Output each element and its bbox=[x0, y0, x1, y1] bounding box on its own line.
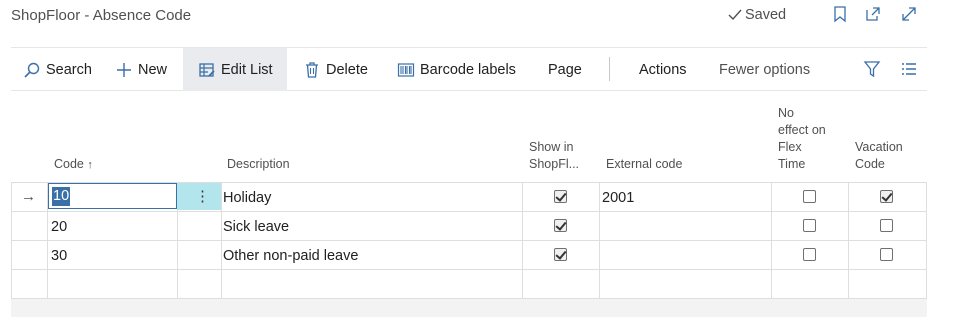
description-cell[interactable]: Sick leave bbox=[223, 219, 289, 235]
vacation-code-checkbox[interactable] bbox=[880, 219, 893, 232]
code-input[interactable]: 10 bbox=[48, 183, 177, 209]
grid-line bbox=[11, 211, 927, 212]
no-effect-flex-time-checkbox[interactable] bbox=[803, 219, 816, 232]
plus-icon bbox=[117, 62, 131, 77]
show-in-shopfloor-checkbox[interactable] bbox=[554, 248, 567, 261]
action-bar: Search New Edit List Delete Barcode labe… bbox=[11, 47, 927, 91]
column-header-external-code[interactable]: External code bbox=[606, 156, 682, 173]
column-header-show-in-shopfloor[interactable]: Show in ShopFl... bbox=[529, 139, 579, 173]
code-header-label: Code bbox=[54, 157, 84, 171]
actions-menu-button[interactable]: Actions bbox=[639, 48, 687, 91]
trash-icon bbox=[306, 61, 318, 78]
header-line: ShopFl... bbox=[529, 157, 580, 171]
code-cell[interactable]: 20 bbox=[51, 219, 67, 235]
open-new-window-icon[interactable] bbox=[864, 5, 882, 23]
show-in-shopfloor-checkbox[interactable] bbox=[554, 190, 567, 203]
expand-icon[interactable] bbox=[900, 5, 918, 23]
column-header-vacation-code[interactable]: Vacation Code bbox=[855, 139, 903, 173]
checkmark-icon bbox=[728, 9, 742, 21]
current-row-arrow-icon: → bbox=[21, 188, 36, 205]
code-value: 10 bbox=[52, 187, 71, 206]
barcode-icon bbox=[397, 62, 415, 77]
new-button[interactable]: New bbox=[115, 48, 167, 91]
saved-status: Saved bbox=[728, 7, 786, 23]
header-line: No bbox=[778, 106, 794, 120]
header-line: Vacation bbox=[855, 140, 903, 154]
code-cell[interactable]: 30 bbox=[51, 248, 67, 264]
filter-icon[interactable] bbox=[863, 60, 881, 78]
bookmark-icon[interactable] bbox=[831, 5, 849, 23]
sort-ascending-icon: ↑ bbox=[87, 159, 93, 171]
barcode-labels-button[interactable]: Barcode labels bbox=[397, 48, 516, 91]
empty-new-row[interactable] bbox=[11, 270, 927, 298]
delete-button[interactable]: Delete bbox=[303, 48, 368, 91]
column-header-no-effect-flex-time[interactable]: No effect on Flex Time bbox=[778, 105, 826, 173]
fewer-options-button[interactable]: Fewer options bbox=[719, 48, 810, 91]
actions-label: Actions bbox=[639, 61, 687, 78]
column-header-code[interactable]: Code ↑ bbox=[54, 156, 93, 174]
edit-list-button[interactable]: Edit List bbox=[183, 48, 287, 91]
description-cell[interactable]: Holiday bbox=[223, 190, 271, 206]
search-button[interactable]: Search bbox=[23, 48, 92, 91]
grid-footer-area bbox=[11, 299, 927, 317]
absence-code-list: Code ↑ Description Show in ShopFl... Ext… bbox=[11, 91, 927, 317]
grid-line bbox=[11, 240, 927, 241]
vacation-code-checkbox[interactable] bbox=[880, 248, 893, 261]
header-line: Code bbox=[855, 157, 885, 171]
no-effect-flex-time-checkbox[interactable] bbox=[803, 190, 816, 203]
vertical-ellipsis-icon: ⋮ bbox=[195, 188, 210, 205]
search-label: Search bbox=[46, 61, 92, 78]
page-label: Page bbox=[548, 61, 582, 78]
edit-list-label: Edit List bbox=[221, 61, 273, 78]
header-line: Flex bbox=[778, 140, 802, 154]
barcode-labels-label: Barcode labels bbox=[420, 61, 516, 78]
external-code-cell[interactable]: 2001 bbox=[602, 190, 634, 206]
toolbar-divider bbox=[609, 57, 610, 81]
page-title: ShopFloor - Absence Code bbox=[11, 7, 192, 24]
description-cell[interactable]: Other non-paid leave bbox=[223, 248, 358, 264]
fewer-options-label: Fewer options bbox=[719, 61, 811, 78]
no-effect-flex-time-checkbox[interactable] bbox=[803, 248, 816, 261]
search-icon bbox=[24, 62, 40, 78]
list-view-icon[interactable] bbox=[900, 60, 918, 78]
saved-label: Saved bbox=[745, 7, 787, 23]
page-menu-button[interactable]: Page bbox=[548, 48, 582, 91]
delete-label: Delete bbox=[326, 61, 368, 78]
vacation-code-checkbox[interactable] bbox=[880, 190, 893, 203]
new-label: New bbox=[138, 61, 168, 78]
show-in-shopfloor-checkbox[interactable] bbox=[554, 219, 567, 232]
row-actions-menu-button[interactable]: ⋮ bbox=[177, 183, 221, 210]
header-line: Show in bbox=[529, 140, 574, 154]
edit-list-icon bbox=[199, 62, 215, 77]
header-line: effect on bbox=[778, 123, 826, 137]
header-line: Time bbox=[778, 157, 806, 171]
column-header-description[interactable]: Description bbox=[227, 156, 290, 173]
